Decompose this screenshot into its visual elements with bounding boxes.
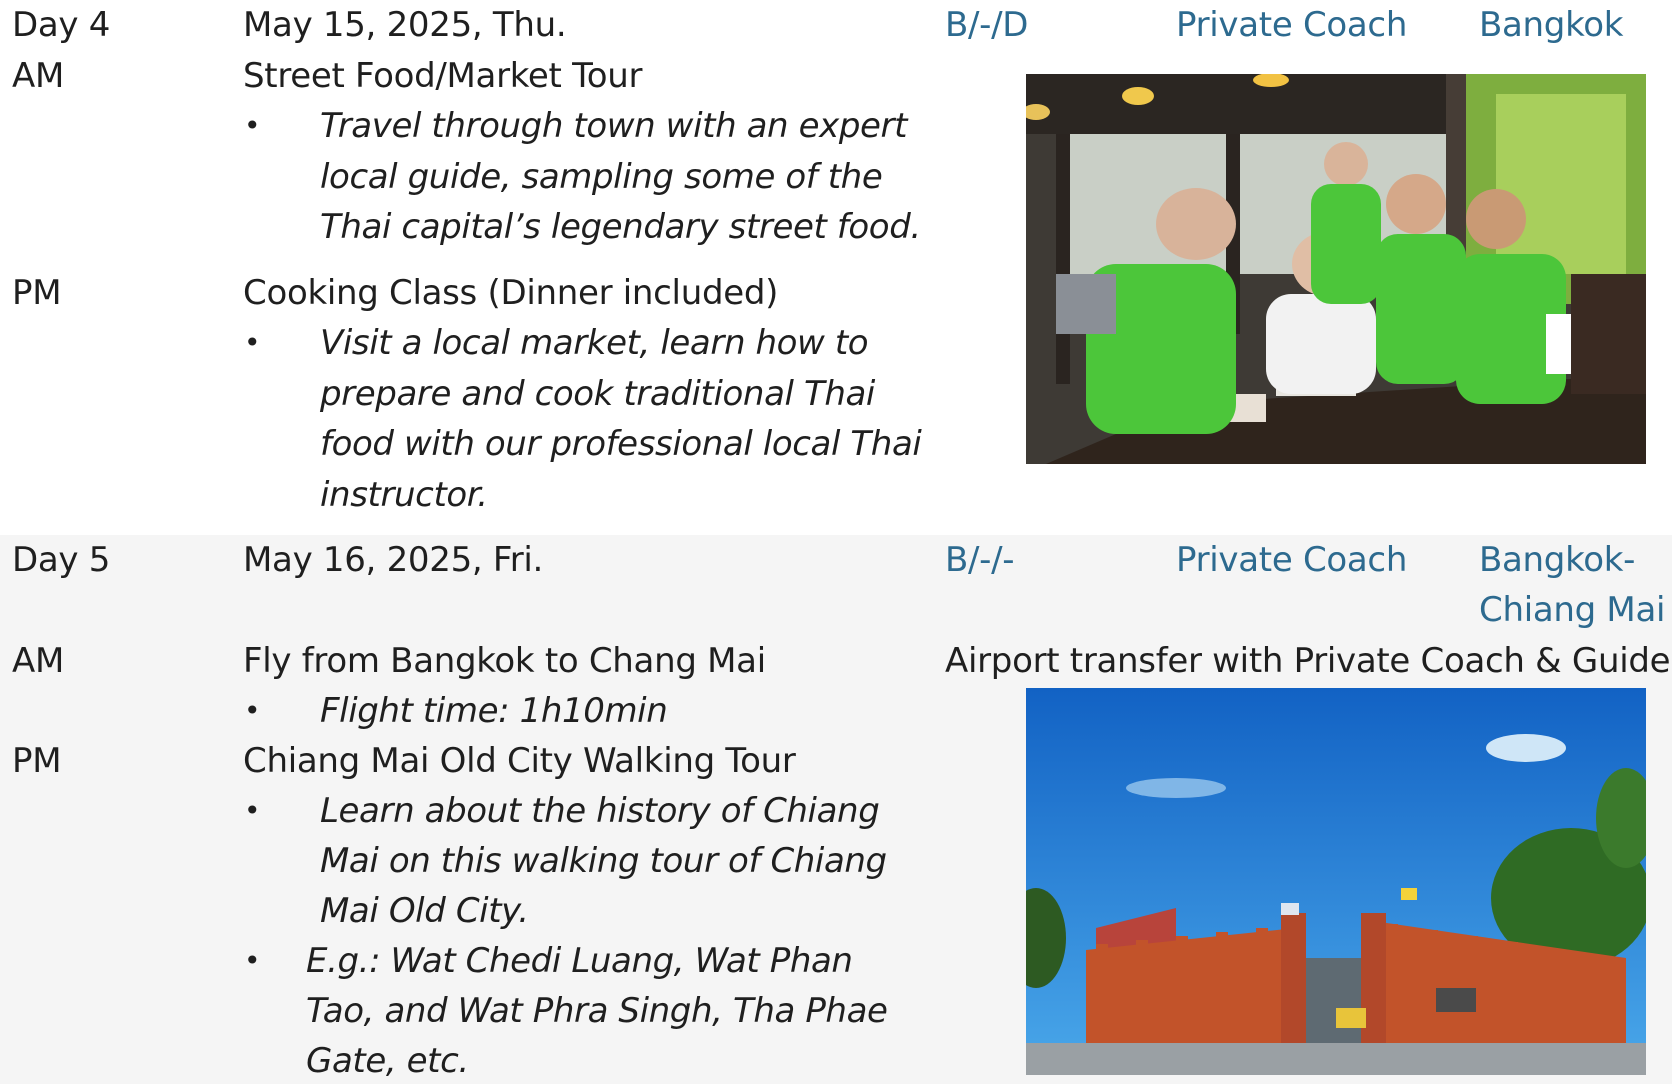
pm-activity-title: Cooking Class (Dinner included): [243, 273, 779, 313]
am-activity-title: Fly from Bangkok to Chang Mai: [243, 641, 766, 681]
pm-bullet-line: instructor.: [320, 475, 488, 515]
pm-bullet-line: Learn about the history of Chiang: [320, 791, 880, 831]
pm-bullet-line: Mai Old City.: [320, 891, 529, 931]
am-bullet-line: local guide, sampling some of the: [320, 157, 883, 197]
bullet-marker: •: [244, 944, 261, 977]
old-city-gate-photo: [1026, 688, 1646, 1075]
bullet-marker: •: [244, 109, 261, 142]
day-date: May 15, 2025, Thu.: [243, 5, 567, 45]
pm-bullet-line: food with our professional local Thai: [320, 424, 922, 464]
am-bullet-line: Flight time: 1h10min: [320, 691, 668, 731]
day-label: Day 4: [12, 5, 111, 45]
transport: Private Coach: [1176, 5, 1408, 45]
location: Chiang Mai: [1479, 590, 1666, 630]
am-label: AM: [12, 56, 64, 96]
pm-bullet-line: Mai on this walking tour of Chiang: [320, 841, 887, 881]
bullet-marker: •: [244, 794, 261, 827]
transport: Private Coach: [1176, 540, 1408, 580]
pm-bullet-line: Gate, etc.: [306, 1041, 469, 1081]
pm-bullet-line: prepare and cook traditional Thai: [320, 374, 875, 414]
airport-transfer-note: Airport transfer with Private Coach & Gu…: [945, 641, 1671, 681]
meals: B/-/-: [945, 540, 1015, 580]
pm-label: PM: [12, 741, 62, 781]
pm-activity-title: Chiang Mai Old City Walking Tour: [243, 741, 796, 781]
pm-bullet-line: Tao, and Wat Phra Singh, Tha Phae: [306, 991, 888, 1031]
am-bullet-line: Travel through town with an expert: [320, 106, 908, 146]
pm-label: PM: [12, 273, 62, 313]
location: Bangkok: [1479, 5, 1624, 45]
meals: B/-/D: [945, 5, 1029, 45]
bullet-marker: •: [244, 326, 261, 359]
day-5-section: Day 5 May 16, 2025, Fri. B/-/- Private C…: [0, 535, 1672, 1084]
bullet-marker: •: [244, 694, 261, 727]
day-date: May 16, 2025, Fri.: [243, 540, 544, 580]
cooking-class-photo: [1026, 74, 1646, 464]
am-label: AM: [12, 641, 64, 681]
pm-bullet-line: E.g.: Wat Chedi Luang, Wat Phan: [306, 941, 853, 981]
pm-bullet-line: Visit a local market, learn how to: [320, 323, 869, 363]
am-activity-title: Street Food/Market Tour: [243, 56, 643, 96]
day-4-section: Day 4 May 15, 2025, Thu. B/-/D Private C…: [0, 0, 1672, 535]
am-bullet-line: Thai capital’s legendary street food.: [320, 207, 921, 247]
day-label: Day 5: [12, 540, 111, 580]
location: Bangkok-: [1479, 540, 1636, 580]
